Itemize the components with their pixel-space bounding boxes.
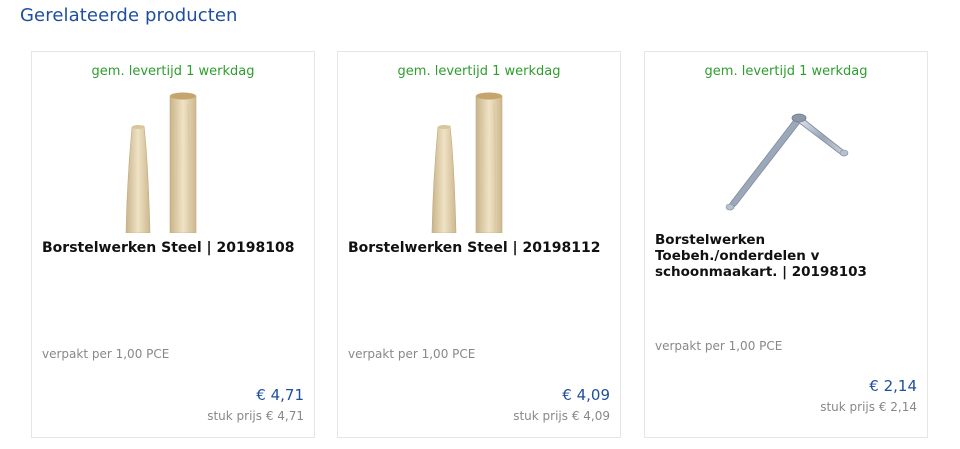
product-name[interactable]: Borstelwerken Steel | 20198108	[42, 240, 304, 257]
packaging-info: verpakt per 1,00 PCE	[655, 339, 783, 353]
product-card[interactable]: gem. levertijd 1 werkdag Borstelwerken	[337, 51, 621, 438]
delivery-time: gem. levertijd 1 werkdag	[704, 64, 868, 79]
unit-price: stuk prijs € 2,14	[820, 400, 917, 414]
product-price: € 4,09	[562, 386, 610, 404]
product-price: € 2,14	[869, 377, 917, 395]
product-list: gem. levertijd 1 werkdag Borstelwerken S…	[0, 0, 960, 449]
unit-price: stuk prijs € 4,71	[207, 409, 304, 423]
product-image[interactable]	[645, 90, 927, 233]
product-name[interactable]: Borstelwerken Toebeh./onderdelen v schoo…	[655, 232, 917, 280]
product-card[interactable]: gem. levertijd 1 werkdag Borstelwerken	[644, 51, 928, 438]
unit-price: stuk prijs € 4,09	[513, 409, 610, 423]
product-name[interactable]: Borstelwerken Steel | 20198112	[348, 240, 610, 257]
packaging-info: verpakt per 1,00 PCE	[42, 347, 170, 361]
delivery-time: gem. levertijd 1 werkdag	[91, 64, 255, 79]
product-price: € 4,71	[256, 386, 304, 404]
product-name-line: Toebeh./onderdelen v	[655, 248, 820, 264]
product-card[interactable]: gem. levertijd 1 werkdag Borstelwerken	[31, 51, 315, 438]
wooden-handle-image	[125, 92, 197, 233]
packaging-info: verpakt per 1,00 PCE	[348, 347, 476, 361]
wooden-handle-image	[431, 92, 503, 233]
product-name-line: schoonmaakart. | 20198103	[655, 264, 867, 280]
product-image[interactable]	[32, 90, 314, 233]
product-image[interactable]	[338, 90, 620, 233]
product-name-line: Borstelwerken	[655, 232, 766, 248]
metal-bracket-image	[725, 113, 849, 211]
delivery-time: gem. levertijd 1 werkdag	[397, 64, 561, 79]
